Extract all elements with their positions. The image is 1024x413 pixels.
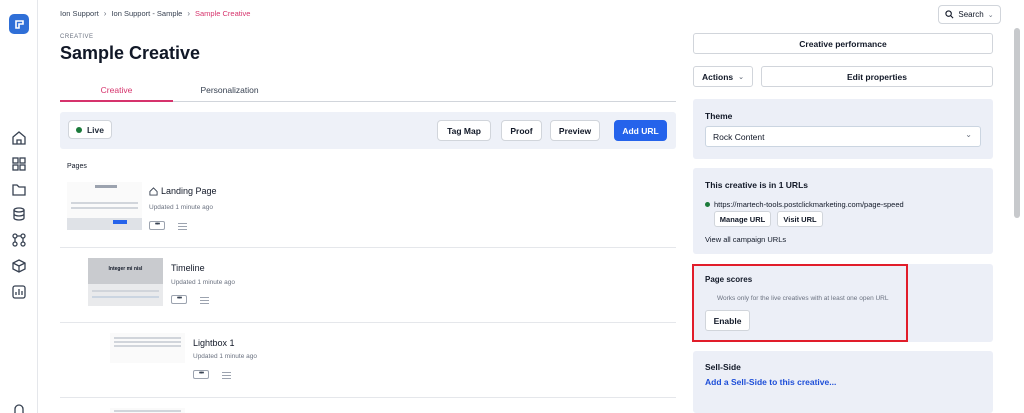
status-badge[interactable]: Live — [68, 120, 112, 139]
search-button[interactable]: Search ⌄ — [938, 5, 1001, 24]
home-icon — [149, 186, 158, 196]
add-url-button[interactable]: Add URL — [614, 120, 667, 141]
home-icon[interactable] — [11, 130, 27, 146]
page-menu-button[interactable]: ••• — [193, 370, 209, 379]
workflow-icon[interactable] — [11, 232, 27, 248]
preview-button[interactable]: Preview — [550, 120, 600, 141]
proof-button[interactable]: Proof — [501, 120, 542, 141]
page-name-label: Landing Page — [161, 186, 217, 196]
database-icon[interactable] — [11, 206, 27, 222]
page-menu-button[interactable]: ••• — [171, 295, 187, 304]
actions-label: Actions — [701, 71, 734, 82]
page-name[interactable]: Timeline — [171, 263, 205, 273]
live-dot-icon — [75, 126, 82, 133]
theme-title: Theme — [705, 111, 733, 121]
theme-select[interactable]: Rock Content ⌄ — [705, 126, 981, 147]
left-rail — [0, 0, 38, 413]
page-thumbnail[interactable]: Integer mi nisl — [88, 258, 163, 306]
analytics-icon[interactable] — [11, 284, 27, 300]
chevron-right-icon: › — [187, 9, 190, 18]
breadcrumb-item[interactable]: Ion Support - Sample — [111, 9, 182, 18]
urls-title: This creative is in 1 URLs — [705, 180, 808, 190]
page-name[interactable]: Landing Page — [149, 186, 217, 196]
theme-card: Theme Rock Content ⌄ — [693, 99, 993, 159]
chevron-down-icon: ⌄ — [965, 130, 972, 139]
page-name[interactable]: Lightbox 1 — [193, 338, 235, 348]
page-thumbnail[interactable] — [110, 408, 185, 413]
list-item[interactable]: Landing Page Updated 1 minute ago ••• — [60, 173, 676, 248]
breadcrumb-current: Sample Creative — [195, 9, 251, 18]
thumbnail-text: Integer mi nisl — [108, 266, 143, 272]
edit-properties-button[interactable]: Edit properties — [761, 66, 993, 87]
chevron-down-icon: ⌄ — [987, 11, 994, 19]
live-dot-icon — [705, 202, 710, 207]
highlight-box — [692, 264, 908, 342]
drag-handle-icon[interactable] — [222, 372, 231, 379]
folder-icon[interactable] — [11, 181, 27, 197]
chevron-down-icon: ⌄ — [738, 73, 745, 81]
page-thumbnail[interactable] — [67, 182, 142, 230]
status-label: Live — [86, 124, 104, 135]
tab-personalization[interactable]: Personalization — [173, 85, 286, 95]
tab-bar: Creative Personalization — [60, 81, 676, 102]
theme-value: Rock Content — [713, 131, 765, 142]
list-item[interactable]: Lightbox 1 Updated 1 minute ago ••• — [60, 323, 676, 398]
manage-url-button[interactable]: Manage URL — [714, 211, 771, 227]
page-kicker: CREATIVE — [60, 34, 94, 40]
app-logo-icon[interactable] — [9, 14, 29, 34]
search-icon — [945, 10, 954, 19]
breadcrumb-item[interactable]: Ion Support — [60, 9, 99, 18]
page-menu-button[interactable]: ••• — [149, 221, 165, 230]
scrollbar[interactable] — [1014, 28, 1020, 218]
page-updated: Updated 1 minute ago — [171, 279, 235, 286]
drag-handle-icon[interactable] — [178, 223, 187, 230]
pages-label: Pages — [67, 163, 87, 170]
url-entry: https://martech-tools.postclickmarketing… — [705, 200, 904, 209]
sell-side-title: Sell-Side — [705, 362, 741, 372]
page-updated: Updated 1 minute ago — [193, 353, 257, 360]
view-all-urls-link[interactable]: View all campaign URLs — [705, 235, 786, 244]
cube-icon[interactable] — [11, 258, 27, 274]
urls-card: This creative is in 1 URLs https://marte… — [693, 168, 993, 254]
breadcrumb: Ion Support › Ion Support - Sample › Sam… — [60, 9, 250, 18]
grid-icon[interactable] — [11, 156, 27, 172]
page-thumbnail[interactable] — [110, 333, 185, 363]
page-updated: Updated 1 minute ago — [149, 204, 213, 211]
url-text[interactable]: https://martech-tools.postclickmarketing… — [714, 200, 904, 209]
creative-toolbar: Live Tag Map Proof Preview Add URL — [60, 112, 676, 149]
sell-side-card: Sell-Side Add a Sell-Side to this creati… — [693, 351, 993, 413]
bell-icon[interactable] — [11, 402, 27, 413]
add-sell-side-link[interactable]: Add a Sell-Side to this creative... — [705, 377, 836, 387]
page-title: Sample Creative — [60, 43, 201, 63]
actions-dropdown[interactable]: Actions ⌄ — [693, 66, 753, 87]
drag-handle-icon[interactable] — [200, 297, 209, 304]
chevron-right-icon: › — [103, 9, 107, 18]
creative-performance-button[interactable]: Creative performance — [693, 33, 993, 54]
list-item[interactable]: Integer mi nisl Timeline Updated 1 minut… — [60, 248, 676, 323]
tab-creative[interactable]: Creative — [60, 85, 173, 102]
search-label: Search — [958, 10, 984, 19]
visit-url-button[interactable]: Visit URL — [777, 211, 823, 227]
tag-map-button[interactable]: Tag Map — [437, 120, 491, 141]
